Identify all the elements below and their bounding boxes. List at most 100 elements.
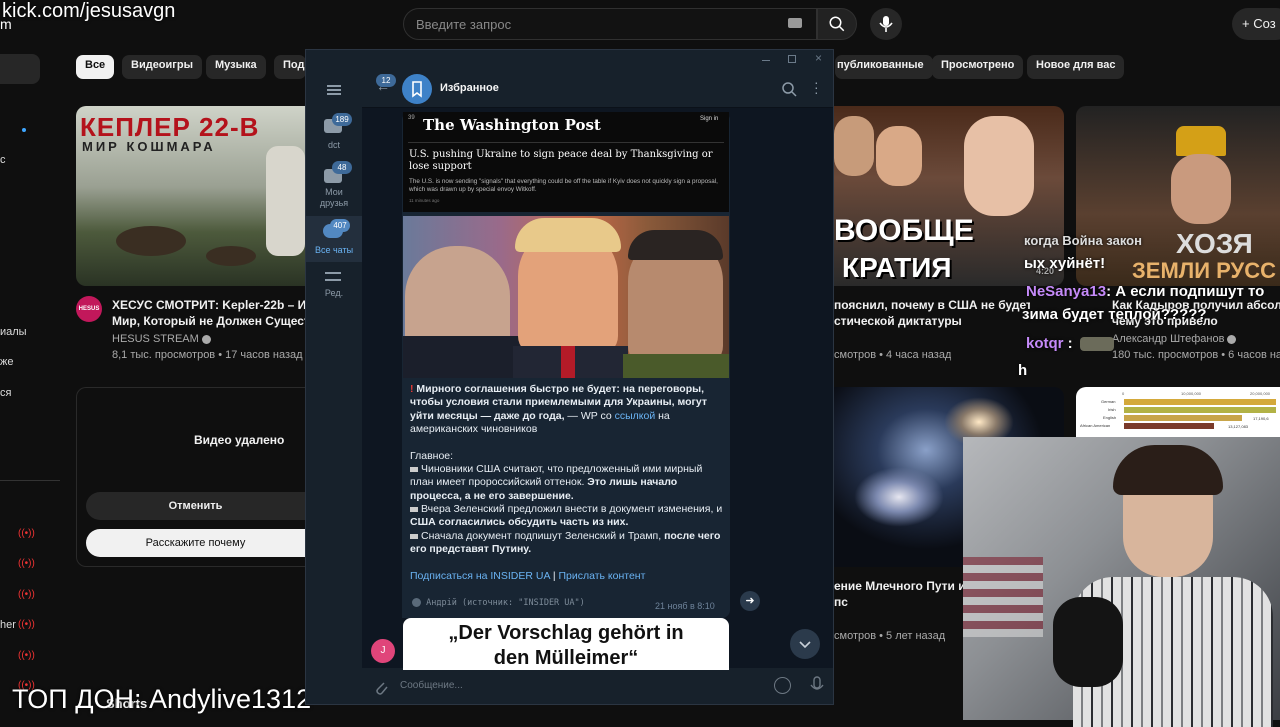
video-thumbnail-kadyrov[interactable]: ХОЗЯ ЗЕМЛИ РУСС [1076, 106, 1280, 286]
attach-icon[interactable] [372, 677, 388, 695]
microphone-icon[interactable] [810, 676, 824, 696]
chip-videogames[interactable]: Видеоигры [122, 55, 202, 79]
create-label: Соз [1253, 16, 1276, 31]
bullet-bold: США согласились обсудить часть из них. [410, 516, 629, 529]
thumb-text: ЗЕМЛИ РУСС [1132, 258, 1276, 283]
user-icon [412, 598, 421, 607]
message-input[interactable]: Сообщение... [400, 680, 463, 691]
chart-label: Irish [1108, 407, 1116, 412]
sidebar-item-text-4[interactable]: ся [0, 387, 11, 399]
thumb-face [876, 126, 922, 186]
forward-button[interactable]: ➜ [740, 591, 760, 611]
maximize-icon[interactable] [788, 55, 796, 63]
thumb-face [964, 116, 1034, 216]
channel-avatar[interactable]: HESUS [76, 296, 102, 322]
voice-search-button[interactable] [870, 8, 902, 40]
chat-emote [1080, 337, 1114, 351]
youtube-search-button[interactable] [817, 8, 857, 40]
sidebar-item-text-2[interactable]: иалы [0, 326, 27, 338]
sidebar-selected-item[interactable] [0, 54, 40, 84]
chat-line: ых хуйнёт! [1024, 255, 1106, 272]
tell-why-button[interactable]: Расскажите почему [86, 529, 305, 557]
chip-recently-uploaded[interactable]: публикованные [835, 55, 933, 79]
sidebar-item-text-3[interactable]: же [0, 356, 13, 368]
next-message-avatar[interactable]: J [371, 639, 395, 663]
chip-music[interactable]: Музыка [206, 55, 266, 79]
message-lead: ! Мирного соглашения быстро не будет: на… [410, 383, 726, 437]
sidebar-item-text-5[interactable]: her [0, 619, 16, 631]
video-title-line[interactable]: ение Млечного Пути и [834, 578, 964, 594]
unread-badge: 189 [332, 113, 352, 126]
minimize-icon[interactable] [762, 60, 770, 61]
photo-person-center-hair [515, 218, 621, 252]
menu-icon[interactable] [327, 85, 341, 95]
photo-person-center-tie [561, 346, 575, 378]
bookmark-icon [412, 81, 422, 98]
chat-title[interactable]: Избранное [440, 82, 499, 94]
video-title-line[interactable]: пс [834, 594, 964, 610]
video-thumbnail-chart[interactable]: 0 10,000,000 20,000,000 German Irish Eng… [1076, 387, 1280, 437]
thumb-text: ХОЗЯ [1176, 228, 1253, 259]
streamer-hair [1113, 445, 1223, 495]
stream-url: kick.com/jesusavgn [2, 0, 176, 22]
wp-screenshot[interactable]: 39 The Washington Post Sign in U.S. push… [403, 112, 729, 212]
folder-label: Ред. [324, 288, 344, 298]
folder-all-chats[interactable]: 407 Все чаты [306, 216, 362, 262]
youtube-search-input[interactable]: Введите запрос [403, 8, 817, 40]
scroll-down-button[interactable] [790, 629, 820, 659]
subscribe-link[interactable]: Подписаться на INSIDER UA [410, 570, 550, 582]
send-content-link[interactable]: Прислать контент [558, 570, 645, 582]
folder-dct[interactable]: 189 dct [306, 110, 362, 158]
verified-icon [201, 334, 211, 344]
cancel-button[interactable]: Отменить [86, 492, 305, 520]
channel-name[interactable]: Александр Штефанов [1112, 333, 1237, 345]
chip-all[interactable]: Все [76, 55, 115, 79]
composer: Сообщение... [362, 668, 833, 704]
thumb-face [1171, 154, 1231, 224]
message-lead-text: — WP со [564, 409, 615, 422]
sidebar-item-text-1[interactable]: c [0, 154, 6, 166]
folder-edit[interactable]: Ред. [306, 266, 362, 306]
window-titlebar[interactable]: × [306, 50, 833, 70]
chart-bar [1124, 423, 1214, 429]
chart-tick: 10,000,000 [1181, 391, 1202, 396]
next-message-image[interactable]: „Der Vorschlag gehört in den Mülleimer“ [403, 618, 729, 670]
close-icon[interactable]: × [815, 51, 822, 65]
photo-person-left-suit [403, 336, 523, 378]
video-title-line[interactable]: Мир, Который не Должен Сущест [112, 313, 305, 329]
chip-new-for-you[interactable]: Новое для вас [1027, 55, 1125, 79]
video-title-line[interactable]: стической диктатуры [834, 313, 1030, 329]
chat-header: ← 12 Избранное ··· [362, 70, 833, 108]
thumb-astronaut [266, 146, 305, 256]
video-meta: 180 тыс. просмотров • 6 часов на [1112, 349, 1280, 361]
news-photo-collage[interactable] [403, 216, 729, 378]
forward-source[interactable]: Андрій (источник: "INSIDER UA") [412, 598, 585, 608]
video-thumbnail-kepler[interactable]: КЕПЛЕР 22-В МИР КОШМАРА [76, 106, 305, 286]
search-icon[interactable] [781, 81, 797, 97]
chart-label: African American [1080, 423, 1111, 428]
folder-friends[interactable]: 48 Мои друзья [306, 160, 362, 216]
back-unread-badge: 12 [376, 74, 396, 87]
folder-label: Мои друзья [319, 187, 349, 208]
bullet-icon [410, 506, 418, 512]
message-main-label: Главное: [410, 450, 454, 462]
wp-signin: Sign in [700, 116, 719, 122]
bullet-icon [410, 466, 418, 472]
verified-icon [1227, 334, 1237, 344]
unread-badge: 48 [332, 161, 352, 174]
create-button[interactable]: + Соз [1232, 8, 1280, 40]
avatar-text: HESUS [78, 306, 100, 312]
emoji-icon[interactable] [774, 677, 791, 694]
channel-name[interactable]: HESUS STREAM [112, 333, 211, 345]
keyboard-icon[interactable] [788, 18, 802, 28]
video-title-line[interactable]: пояснил, почему в США не будет [834, 297, 1030, 313]
chip-watched[interactable]: Просмотрено [932, 55, 1024, 79]
chart-label: German [1101, 399, 1116, 404]
video-title-line[interactable]: ХЕСУС СМОТРИТ: Kepler-22b – Ин [112, 297, 305, 313]
source-link[interactable]: ссылкой [615, 410, 656, 422]
chip-podcasts[interactable]: Подк [274, 55, 306, 79]
more-options-icon[interactable]: · · · [814, 75, 819, 99]
saved-messages-avatar[interactable] [402, 74, 432, 104]
chat-text: : [1067, 335, 1073, 352]
wp-divider [408, 142, 724, 143]
